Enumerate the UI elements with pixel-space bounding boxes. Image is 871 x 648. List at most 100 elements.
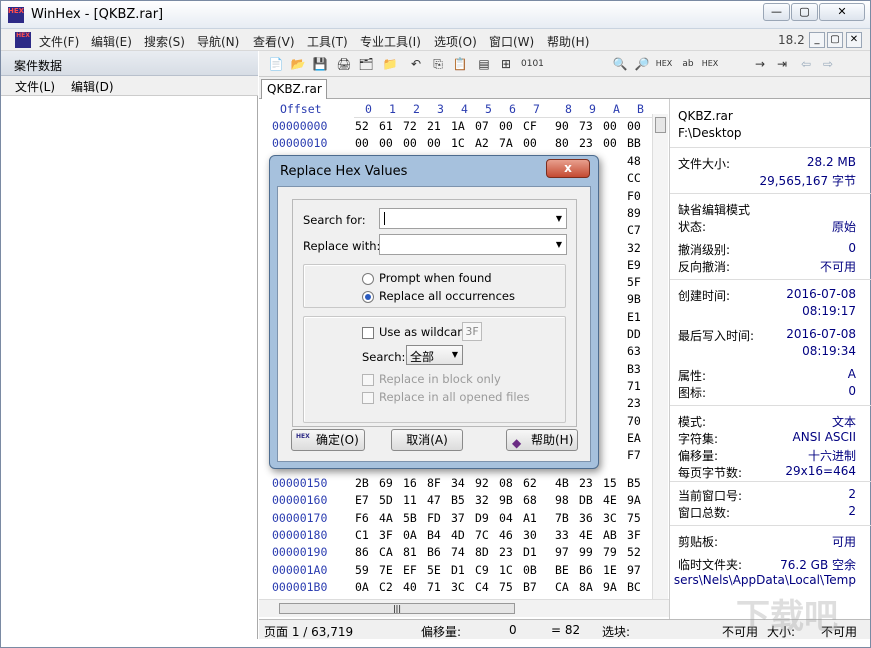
menu-options[interactable]: 选项(O) <box>434 33 477 50</box>
hex-byte[interactable]: 63 <box>627 344 641 358</box>
hex-byte[interactable]: C1 <box>355 528 369 542</box>
hex-byte[interactable]: 00 <box>379 136 393 150</box>
menu-view[interactable]: 查看(V) <box>253 33 295 50</box>
hex-byte[interactable]: AB <box>603 528 617 542</box>
find-text-icon[interactable]: 🔎 <box>633 55 651 73</box>
help-button[interactable]: ◆ 帮助(H) <box>506 429 578 451</box>
offset-cell[interactable]: 000001A0 <box>272 563 327 577</box>
hex-byte[interactable]: 69 <box>379 476 393 490</box>
hex-byte[interactable]: C7 <box>627 223 641 237</box>
hex-byte[interactable]: C9 <box>475 563 489 577</box>
hex-byte[interactable]: A1 <box>523 511 537 525</box>
hex-byte[interactable]: CA <box>555 580 569 594</box>
hex-byte[interactable]: 71 <box>427 580 441 594</box>
wildcard-value[interactable]: 3F <box>462 322 482 341</box>
minimize-button[interactable]: — <box>763 3 790 21</box>
paste-into-icon[interactable]: ▤ <box>475 55 493 73</box>
hex-byte[interactable]: 90 <box>555 119 569 133</box>
offset-cell[interactable]: 00000190 <box>272 545 327 559</box>
hex-byte[interactable]: EA <box>627 431 641 445</box>
hex-byte[interactable]: F6 <box>355 511 369 525</box>
chevron-down-icon[interactable]: ▼ <box>556 214 562 223</box>
hex-byte[interactable]: D9 <box>475 511 489 525</box>
hex-byte[interactable]: 9B <box>499 493 513 507</box>
wildcard-label[interactable]: Use as wildcard: <box>379 325 473 339</box>
hex-byte[interactable]: 32 <box>627 241 641 255</box>
dialog-close-button[interactable]: x <box>546 159 590 178</box>
menu-pro-tools[interactable]: 专业工具(I) <box>360 33 421 50</box>
hex-byte[interactable]: CA <box>379 545 393 559</box>
open-folder-icon[interactable]: 📁 <box>381 55 399 73</box>
hex-byte[interactable]: C2 <box>379 580 393 594</box>
hex-byte[interactable]: 8F <box>427 476 441 490</box>
offset-cell[interactable]: 00000000 <box>272 119 327 133</box>
case-data-tree[interactable] <box>1 96 258 639</box>
hex-byte[interactable]: 16 <box>403 476 417 490</box>
hex-byte[interactable]: 0A <box>403 528 417 542</box>
replace-all-radio[interactable] <box>362 291 374 303</box>
hex-byte[interactable]: B3 <box>627 362 641 376</box>
paste-icon[interactable]: 📋 <box>451 55 469 73</box>
forward-icon[interactable]: ⇨ <box>819 55 837 73</box>
properties-icon[interactable]: 🗂 <box>357 55 375 73</box>
hex-byte[interactable]: 48 <box>627 154 641 168</box>
menu-window[interactable]: 窗口(W) <box>489 33 534 50</box>
hex-byte[interactable]: 23 <box>499 545 513 559</box>
hex-byte[interactable]: 62 <box>523 476 537 490</box>
mdi-restore-button[interactable]: ▢ <box>827 32 843 48</box>
offset-cell[interactable]: 00000180 <box>272 528 327 542</box>
scroll-thumb[interactable] <box>655 117 666 133</box>
hex-byte[interactable]: 70 <box>627 414 641 428</box>
hex-byte[interactable]: 4E <box>603 493 617 507</box>
hex-byte[interactable]: 00 <box>427 136 441 150</box>
hex-byte[interactable]: 5E <box>427 563 441 577</box>
hex-byte[interactable]: BC <box>627 580 641 594</box>
hex-byte[interactable]: 3F <box>627 528 641 542</box>
hex-byte[interactable]: 21 <box>427 119 441 133</box>
hex-byte[interactable]: 99 <box>579 545 593 559</box>
save-icon[interactable]: 💾 <box>311 55 329 73</box>
undo-icon[interactable]: ↶ <box>407 55 425 73</box>
back-icon[interactable]: ⇦ <box>797 55 815 73</box>
hex-byte[interactable]: 11 <box>403 493 417 507</box>
hex-byte[interactable]: B5 <box>451 493 465 507</box>
hex-byte[interactable]: 72 <box>403 119 417 133</box>
find-icon[interactable]: 🔍 <box>611 55 629 73</box>
hex-byte[interactable]: DD <box>627 327 641 341</box>
hex-byte[interactable]: 92 <box>475 476 489 490</box>
hex-byte[interactable]: 81 <box>403 545 417 559</box>
hex-byte[interactable]: 5D <box>379 493 393 507</box>
block-only-checkbox[interactable] <box>362 374 374 386</box>
hex-byte[interactable]: 86 <box>355 545 369 559</box>
hex-byte[interactable]: 4D <box>451 528 465 542</box>
print-icon[interactable]: 🖨 <box>335 55 353 73</box>
hex-byte[interactable]: 97 <box>627 563 641 577</box>
hex-byte[interactable]: 7A <box>499 136 513 150</box>
prompt-radio-label[interactable]: Prompt when found <box>379 271 492 285</box>
hex-byte[interactable]: 04 <box>499 511 513 525</box>
hex-vertical-scrollbar[interactable] <box>652 114 668 599</box>
all-files-checkbox[interactable] <box>362 392 374 404</box>
hex-byte[interactable]: 30 <box>523 528 537 542</box>
menu-tools[interactable]: 工具(T) <box>307 33 348 50</box>
hex-byte[interactable]: 5F <box>627 275 641 289</box>
hex-byte[interactable]: 97 <box>555 545 569 559</box>
hex-byte[interactable]: 7C <box>475 528 489 542</box>
hex-byte[interactable]: 52 <box>355 119 369 133</box>
hex-byte[interactable]: 4A <box>379 511 393 525</box>
hex-byte[interactable]: EF <box>403 563 417 577</box>
hex-byte[interactable]: E9 <box>627 258 641 272</box>
menu-file[interactable]: 文件(F) <box>39 33 79 50</box>
hex-byte[interactable]: 00 <box>499 119 513 133</box>
hex-byte[interactable]: 61 <box>379 119 393 133</box>
hex-byte[interactable]: 00 <box>355 136 369 150</box>
hex-byte[interactable]: 8A <box>579 580 593 594</box>
hex-byte[interactable]: F0 <box>627 189 641 203</box>
mdi-close-button[interactable]: ✕ <box>846 32 862 48</box>
hex-byte[interactable]: 0B <box>523 563 537 577</box>
hex-byte[interactable]: 9B <box>627 292 641 306</box>
search-scope-select[interactable]: 全部 ▼ <box>406 345 463 365</box>
replace-hex-icon[interactable]: HEX <box>701 55 719 73</box>
hex-horizontal-scrollbar[interactable]: ||| <box>259 599 669 617</box>
hex-byte[interactable]: 37 <box>451 511 465 525</box>
